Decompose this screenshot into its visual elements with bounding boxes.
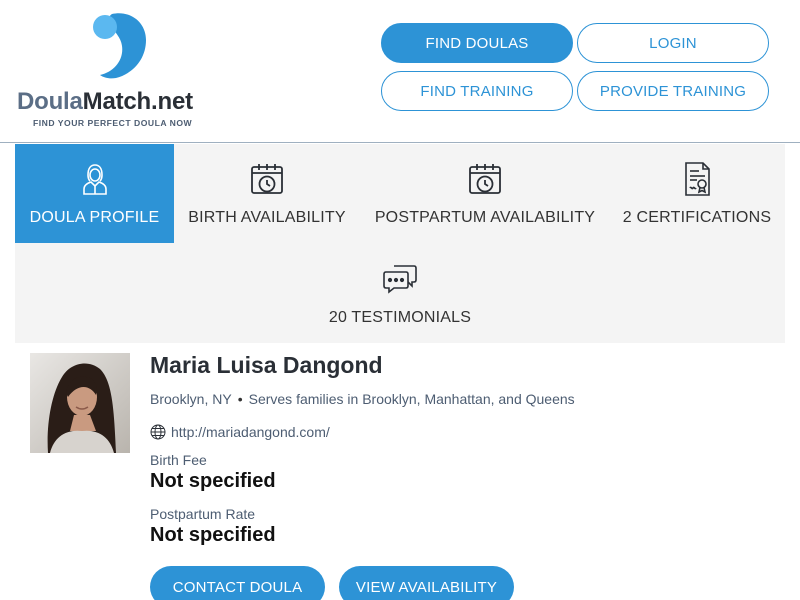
find-training-button[interactable]: FIND TRAINING bbox=[381, 71, 573, 111]
chat-bubbles-icon bbox=[383, 265, 417, 294]
doula-location: Brooklyn, NY • Serves families in Brooklyn… bbox=[150, 391, 575, 407]
logo-tagline: FIND YOUR PERFECT DOULA NOW bbox=[33, 118, 193, 128]
find-doulas-button[interactable]: FIND DOULAS bbox=[381, 23, 573, 63]
tab-label: 2 CERTIFICATIONS bbox=[622, 209, 772, 226]
logo-word-doula: Doula bbox=[17, 88, 83, 115]
globe-icon bbox=[150, 424, 166, 440]
site-header: DoulaMatch.net FIND YOUR PERFECT DOULA N… bbox=[0, 0, 800, 143]
doula-website: http://mariadangond.com/ bbox=[150, 424, 330, 440]
tab-testimonials[interactable]: 20 TESTIMONIALS bbox=[315, 244, 485, 343]
website-link[interactable]: http://mariadangond.com/ bbox=[171, 424, 330, 440]
tab-postpartum-availability[interactable]: POSTPARTUM AVAILABILITY bbox=[371, 144, 599, 243]
profile-tabs: DOULA PROFILE BIRTH AVAILABILITY POSTPAR… bbox=[15, 144, 785, 343]
tab-certifications[interactable]: 2 CERTIFICATIONS bbox=[617, 144, 777, 243]
tab-label: 20 TESTIMONIALS bbox=[328, 309, 472, 326]
tab-doula-profile[interactable]: DOULA PROFILE bbox=[15, 144, 174, 243]
doula-photo bbox=[30, 353, 130, 453]
location-city: Brooklyn, NY bbox=[150, 391, 232, 407]
provide-training-button[interactable]: PROVIDE TRAINING bbox=[577, 71, 769, 111]
tab-label: BIRTH AVAILABILITY bbox=[188, 209, 346, 226]
birth-fee-label: Birth Fee bbox=[150, 452, 207, 468]
doula-person-icon bbox=[82, 164, 107, 195]
view-availability-button[interactable]: VIEW AVAILABILITY bbox=[339, 566, 514, 600]
tab-birth-availability[interactable]: BIRTH AVAILABILITY bbox=[183, 144, 351, 243]
tab-label: DOULA PROFILE bbox=[29, 209, 160, 226]
certificate-icon bbox=[685, 162, 710, 196]
calendar-clock-icon bbox=[469, 164, 501, 194]
birth-fee-value: Not specified bbox=[150, 470, 276, 492]
calendar-clock-icon bbox=[251, 164, 283, 194]
tab-label: POSTPARTUM AVAILABILITY bbox=[374, 209, 596, 226]
logo-mark-icon bbox=[93, 13, 146, 79]
doula-name: Maria Luisa Dangond bbox=[150, 352, 383, 378]
site-logo[interactable]: DoulaMatch.net FIND YOUR PERFECT DOULA N… bbox=[16, 12, 221, 132]
logo-word-match: Match.net bbox=[82, 88, 193, 115]
service-area: Serves families in Brooklyn, Manhattan, … bbox=[248, 391, 575, 407]
contact-doula-button[interactable]: CONTACT DOULA bbox=[150, 566, 325, 600]
postpartum-rate-value: Not specified bbox=[150, 524, 276, 546]
postpartum-rate-label: Postpartum Rate bbox=[150, 506, 256, 522]
logo-wordmark: DoulaMatch.net bbox=[17, 88, 193, 116]
location-separator: • bbox=[237, 391, 243, 407]
login-button[interactable]: LOGIN bbox=[577, 23, 769, 63]
